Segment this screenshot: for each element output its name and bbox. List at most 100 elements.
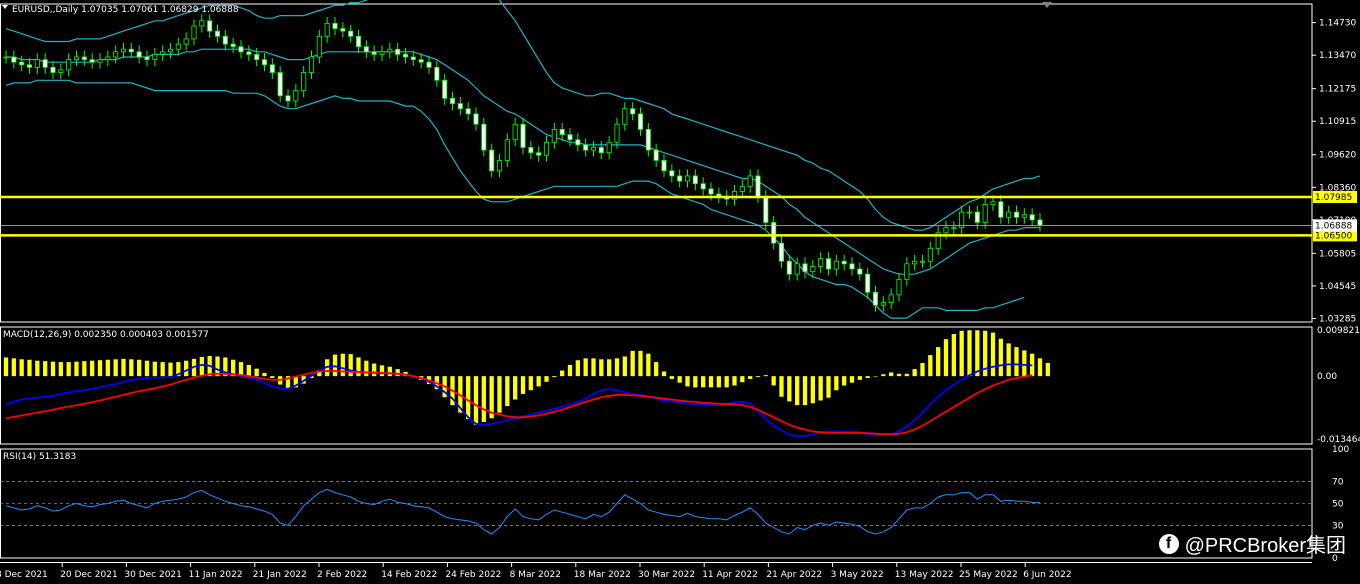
candle [402, 54, 409, 58]
macd-histogram-bar [238, 362, 244, 377]
macd-histogram-bar [607, 359, 612, 377]
macd-histogram-bar [646, 353, 651, 377]
watermark-text: @PRCBroker集团 [1184, 535, 1346, 557]
macd-histogram-bar [920, 363, 925, 377]
candle [739, 185, 745, 192]
macd-histogram-bar [254, 368, 259, 377]
price-tick-label: 1.05805 [1319, 249, 1356, 259]
macd-histogram-bar [1022, 350, 1027, 377]
macd-label: MACD(12,26,9) 0.002350 0.000403 0.001577 [3, 330, 209, 340]
date-tick-label: 3 May 2022 [831, 570, 884, 580]
candle [73, 56, 80, 60]
candle [254, 54, 260, 60]
candle [269, 64, 275, 73]
candle [348, 30, 354, 37]
candle [387, 48, 393, 53]
date-tick-label: 24 Feb 2022 [445, 570, 501, 580]
macd-histogram-bar [654, 362, 659, 377]
candle [136, 51, 142, 58]
macd-histogram-bar [74, 361, 79, 377]
candle [888, 294, 894, 304]
candle [246, 51, 252, 55]
macd-histogram-bar [1037, 358, 1043, 377]
candle [598, 147, 604, 154]
macd-histogram-bar [121, 358, 126, 377]
candle [559, 128, 565, 135]
macd-histogram-bar [262, 372, 267, 377]
date-tick-label: 11 Apr 2022 [702, 570, 758, 580]
candle [794, 263, 800, 275]
rsi-label: RSI(14) 51.3183 [3, 452, 76, 462]
candle [58, 69, 64, 73]
macd-histogram-bar [943, 339, 949, 377]
macd-histogram-bar [387, 366, 392, 377]
date-tick-label: 21 Apr 2022 [766, 570, 822, 580]
candle [982, 203, 988, 223]
macd-histogram-bar [622, 356, 627, 377]
macd-histogram-bar [928, 355, 933, 377]
macd-histogram-bar [340, 353, 345, 377]
candle [308, 56, 315, 73]
candle [340, 28, 346, 32]
macd-histogram-bar [967, 330, 972, 377]
candle [89, 59, 95, 63]
candle [637, 113, 644, 130]
macd-histogram-bar [685, 376, 690, 387]
candle [896, 278, 902, 296]
macd-histogram-bar [959, 330, 964, 377]
scroll-marker-icon[interactable] [1042, 2, 1052, 8]
candle [363, 46, 369, 53]
macd-histogram-bar [732, 376, 737, 386]
candle [1021, 214, 1027, 218]
macd-line [5, 363, 1033, 437]
macd-histogram-bar [27, 359, 32, 377]
candle [199, 20, 205, 27]
date-tick-label: 14 Feb 2022 [381, 570, 437, 580]
rsi-tick-label: 100 [1332, 445, 1349, 455]
candle [1006, 211, 1012, 218]
dropdown-triangle-icon[interactable] [2, 5, 8, 9]
macd-histogram-bar [1045, 363, 1050, 377]
macd-histogram-bar [748, 376, 753, 379]
candle [183, 38, 189, 45]
macd-histogram-bar [11, 358, 16, 377]
candle [238, 46, 244, 53]
candle [277, 72, 283, 97]
macd-histogram-bar [873, 376, 878, 377]
candle [763, 196, 769, 223]
candle [841, 260, 847, 265]
macd-histogram-bar [536, 376, 541, 387]
candle [504, 139, 510, 161]
candle [880, 302, 886, 306]
candle [434, 66, 440, 81]
macd-histogram-bar [787, 376, 792, 402]
candle [214, 30, 221, 37]
candle [442, 79, 448, 99]
macd-histogram-bar [591, 358, 596, 377]
macd-histogram-bar [513, 376, 518, 400]
macd-histogram-bar [575, 360, 580, 377]
macd-histogram-bar [90, 360, 95, 377]
macd-histogram-bar [160, 362, 165, 377]
trading-chart[interactable]: 1.147301.134701.121751.109151.096201.083… [0, 0, 1360, 584]
candle [919, 260, 926, 263]
candle [708, 188, 714, 195]
price-tick-label: 1.12175 [1319, 85, 1356, 95]
candle [833, 260, 839, 270]
macd-histogram-bar [865, 376, 870, 379]
bollinger-upper-band [5, 0, 1041, 231]
macd-histogram-bar [497, 376, 502, 413]
macd-histogram-bar [896, 373, 902, 377]
candle [97, 59, 103, 63]
macd-histogram-bar [246, 364, 251, 377]
candle [355, 35, 362, 48]
macd-histogram-bar [82, 361, 87, 377]
candle [261, 59, 268, 66]
macd-histogram-bar [669, 376, 674, 379]
candle [128, 48, 134, 53]
candle [755, 175, 761, 198]
candle [512, 123, 518, 141]
candle [66, 59, 72, 71]
candle [630, 108, 636, 115]
candle [410, 56, 416, 60]
